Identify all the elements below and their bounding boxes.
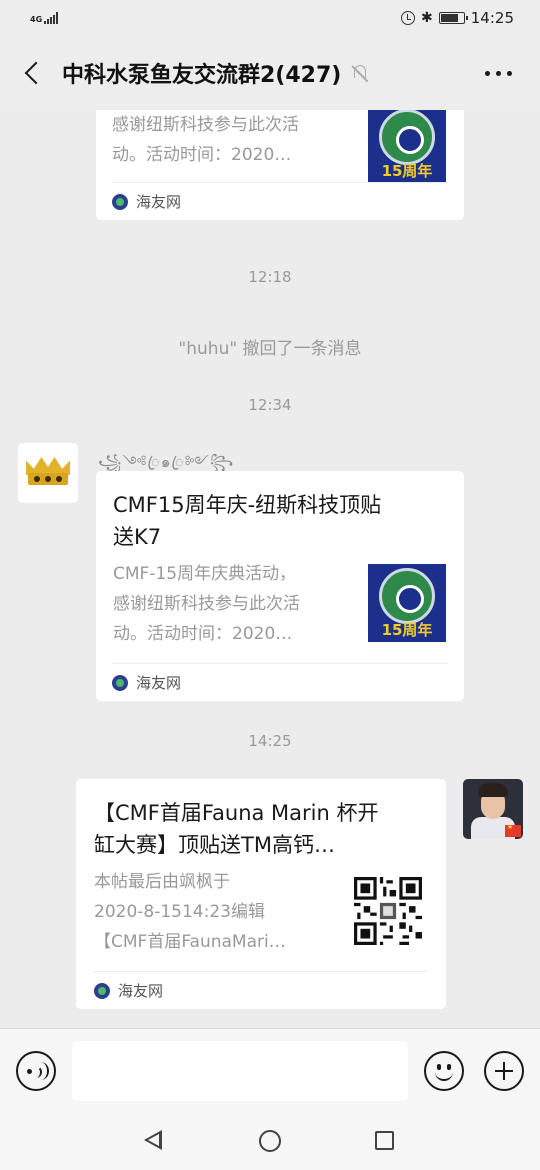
card-description-line: 【CMF首届FaunaMari… xyxy=(94,932,286,952)
voice-input-button[interactable] xyxy=(16,1051,56,1091)
mute-bell-icon xyxy=(351,64,369,82)
signal-icon xyxy=(44,12,59,24)
card-title-line: CMF15周年庆-纽斯科技顶贴 xyxy=(113,493,382,517)
source-name: 海友网 xyxy=(118,982,164,1000)
timestamp: 12:18 xyxy=(248,268,292,286)
card-thumbnail: 15周年 xyxy=(368,564,446,642)
network-type: 4G xyxy=(30,15,43,24)
qr-code-thumbnail xyxy=(354,877,422,945)
back-button[interactable] xyxy=(20,58,50,88)
card-title-line: 送K7 xyxy=(113,525,162,549)
chat-title: 中科水泵鱼友交流群2(427) xyxy=(62,63,342,88)
timestamp: 14:25 xyxy=(248,732,292,750)
alarm-icon xyxy=(401,11,416,25)
timestamp: 12:34 xyxy=(248,396,292,414)
message-input[interactable] xyxy=(72,1041,408,1101)
card-source: 海友网 xyxy=(112,663,448,701)
link-card-message[interactable]: CMF15周年庆-纽斯科技顶贴 送K7 CMF-15周年庆典活动， 感谢纽斯科技… xyxy=(96,471,464,701)
card-description-line: CMF-15周年庆典活动， xyxy=(113,564,297,584)
source-name: 海友网 xyxy=(136,674,182,692)
my-avatar[interactable] xyxy=(463,779,523,839)
link-card-message[interactable]: 【CMF首届Fauna Marin 杯开 缸大赛】顶贴送TM高钙… 本帖最后由飒… xyxy=(76,779,446,1009)
card-description-line: 感谢纽斯科技参与此次活 xyxy=(112,115,299,135)
card-description-line: 感谢纽斯科技参与此次活 xyxy=(113,594,300,614)
system-message-recalled: "huhu" 撤回了一条消息 xyxy=(178,339,362,359)
thumbnail-caption: 15周年 xyxy=(381,162,433,180)
more-options-button[interactable] xyxy=(485,70,520,76)
source-logo-icon xyxy=(94,982,110,999)
nav-back-button[interactable] xyxy=(144,1130,162,1150)
card-description-line: 动。活动时间：2020… xyxy=(113,624,293,644)
card-source: 海友网 xyxy=(112,182,448,220)
emoji-button[interactable] xyxy=(424,1051,464,1091)
card-title-line: 【CMF首届Fauna Marin 杯开 xyxy=(94,801,379,825)
system-navigation-bar xyxy=(0,1112,540,1170)
chat-header: 中科水泵鱼友交流群2(427) xyxy=(0,36,540,110)
card-thumbnail: 15周年 xyxy=(368,110,446,183)
card-source: 海友网 xyxy=(94,971,428,1009)
signal-indicator: 4G xyxy=(30,12,59,24)
china-flag-icon xyxy=(505,823,521,837)
bluetooth-icon: ✱ xyxy=(421,10,433,26)
sender-avatar[interactable] xyxy=(18,443,78,503)
source-logo-icon xyxy=(112,674,128,691)
nav-recents-button[interactable] xyxy=(375,1131,394,1150)
card-description-line: 本帖最后由飒枫于 xyxy=(94,872,230,892)
add-attachment-button[interactable] xyxy=(484,1051,524,1091)
card-title-line: 缸大赛】顶贴送TM高钙… xyxy=(94,833,335,857)
thumbnail-caption: 15周年 xyxy=(381,621,433,639)
card-description-line: 动。活动时间：2020… xyxy=(112,145,292,165)
input-bar xyxy=(0,1028,540,1112)
source-logo-icon xyxy=(112,193,128,210)
source-name: 海友网 xyxy=(136,193,182,211)
chat-messages[interactable]: 感谢纽斯科技参与此次活 动。活动时间：2020… 15周年 海友网 12:18 … xyxy=(0,110,540,1028)
card-description-line: 2020-8-1514:23编辑 xyxy=(94,902,265,922)
nav-home-button[interactable] xyxy=(259,1130,281,1152)
battery-icon xyxy=(438,12,468,24)
link-card-message[interactable]: 感谢纽斯科技参与此次活 动。活动时间：2020… 15周年 海友网 xyxy=(96,110,464,220)
status-time: 14:25 xyxy=(470,9,514,27)
voice-wave-icon xyxy=(33,1062,49,1080)
status-bar: 4G ✱ 14:25 xyxy=(0,0,540,36)
